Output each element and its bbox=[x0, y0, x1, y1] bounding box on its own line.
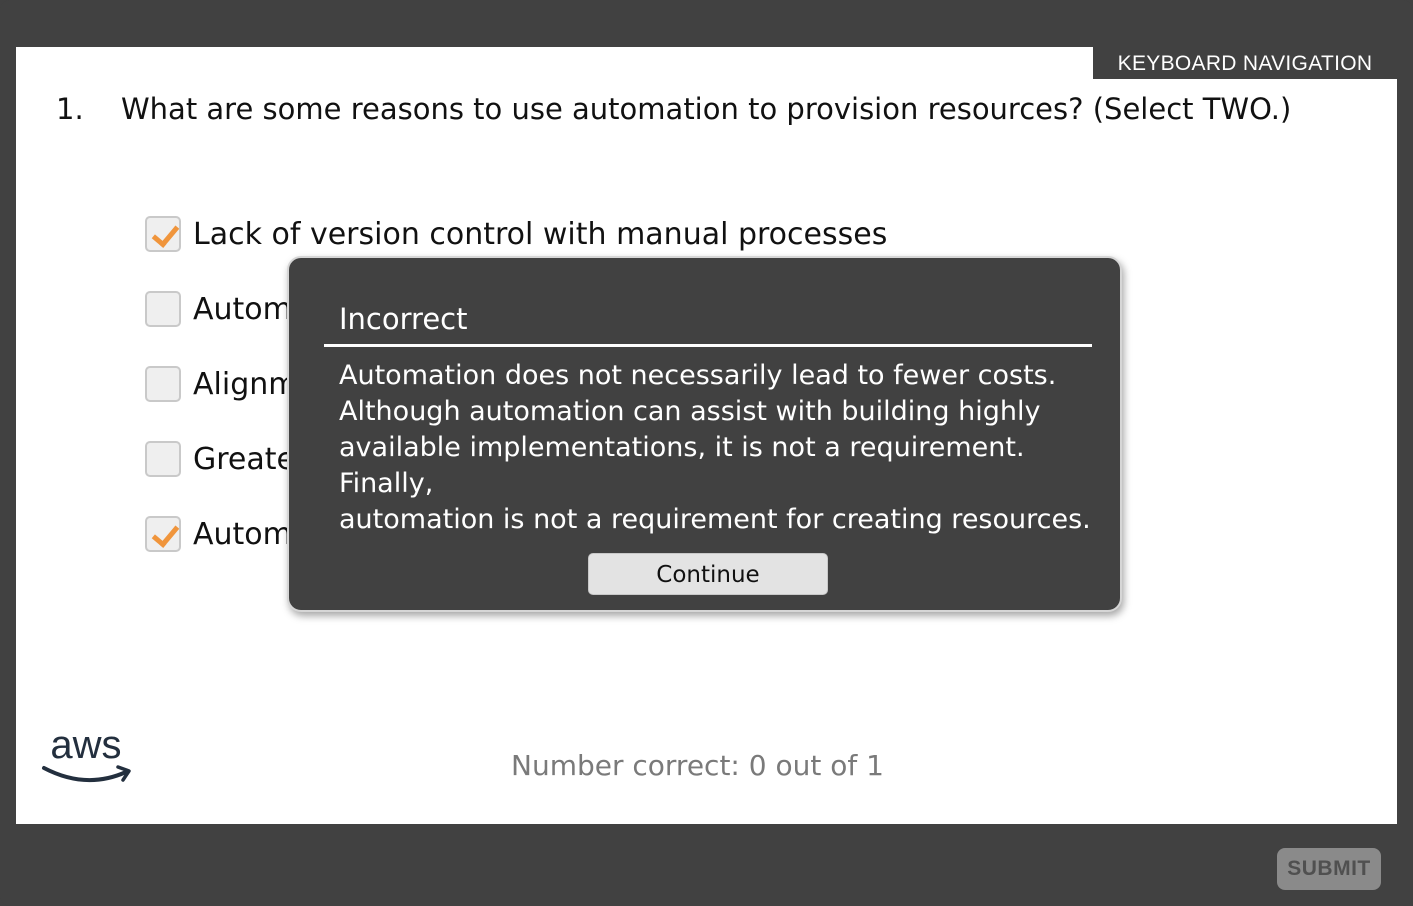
option-label: Greate bbox=[193, 441, 295, 477]
option-2[interactable]: Autom bbox=[145, 289, 292, 329]
option-label: Lack of version control with manual proc… bbox=[193, 216, 888, 252]
continue-button[interactable]: Continue bbox=[588, 553, 828, 595]
divider bbox=[324, 344, 1092, 347]
checkbox-checked[interactable] bbox=[145, 516, 181, 552]
feedback-line: Although automation can assist with buil… bbox=[339, 396, 1041, 427]
feedback-line: Automation does not necessarily lead to … bbox=[339, 360, 1057, 391]
checkbox[interactable] bbox=[145, 441, 181, 477]
keyboard-navigation-button[interactable]: KEYBOARD NAVIGATION bbox=[1093, 47, 1397, 79]
feedback-title: Incorrect bbox=[339, 302, 468, 336]
option-1[interactable]: Lack of version control with manual proc… bbox=[145, 214, 887, 254]
aws-logo: aws bbox=[42, 723, 131, 782]
question-text: What are some reasons to use automation … bbox=[121, 92, 1292, 126]
option-4[interactable]: Greate bbox=[145, 439, 295, 479]
option-label: Autom bbox=[193, 516, 292, 552]
checkbox[interactable] bbox=[145, 366, 181, 402]
aws-logo-text: aws bbox=[50, 723, 121, 767]
checkbox[interactable] bbox=[145, 291, 181, 327]
submit-button[interactable]: SUBMIT bbox=[1277, 848, 1381, 890]
question-number: 1. bbox=[56, 92, 84, 126]
feedback-line: automation is not a requirement for crea… bbox=[339, 504, 1091, 535]
feedback-dialog: Incorrect Automation does not necessaril… bbox=[287, 256, 1122, 612]
checkbox-checked[interactable] bbox=[145, 216, 181, 252]
option-label: Alignm bbox=[193, 366, 298, 402]
option-5[interactable]: Autom bbox=[145, 514, 292, 554]
feedback-body: Automation does not necessarily lead to … bbox=[339, 358, 1109, 538]
score-text: Number correct: 0 out of 1 bbox=[511, 749, 884, 782]
aws-smile-icon bbox=[42, 766, 128, 782]
option-label: Autom bbox=[193, 291, 292, 327]
option-3[interactable]: Alignm bbox=[145, 364, 297, 404]
feedback-line: available implementations, it is not a r… bbox=[339, 432, 1025, 499]
